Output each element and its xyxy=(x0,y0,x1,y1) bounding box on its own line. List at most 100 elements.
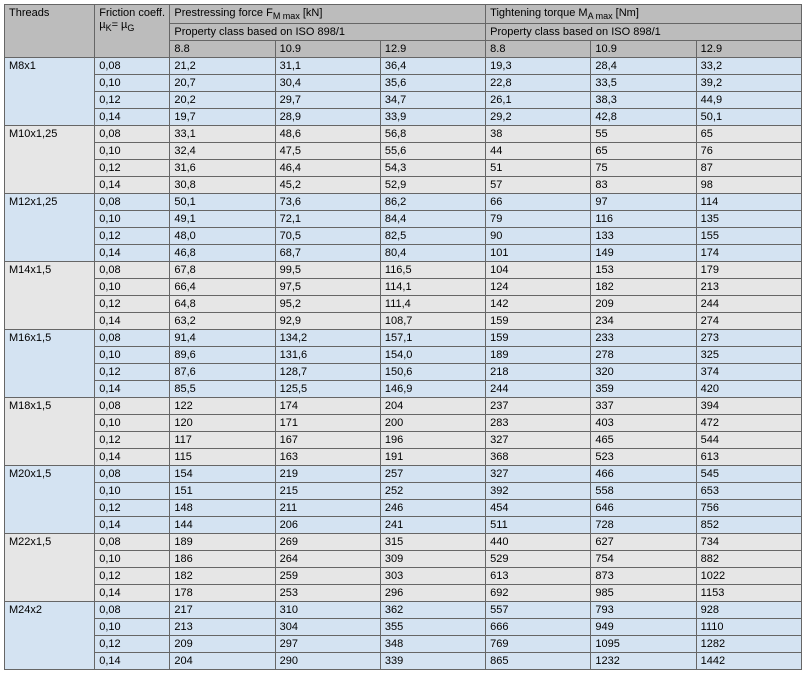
friction-cell: 0,12 xyxy=(95,92,170,109)
torque-cell: 337 xyxy=(591,398,696,415)
force-cell: 20,2 xyxy=(170,92,275,109)
force-cell: 259 xyxy=(275,568,380,585)
force-cell: 246 xyxy=(380,500,485,517)
force-cell: 49,1 xyxy=(170,211,275,228)
thread-cell: M18x1,5 xyxy=(5,398,95,466)
torque-cell: 104 xyxy=(486,262,591,279)
force-cell: 36,4 xyxy=(380,58,485,75)
table-row: 0,1287,6128,7150,6218320374 xyxy=(5,364,802,381)
friction-cell: 0,14 xyxy=(95,245,170,262)
force-cell: 29,7 xyxy=(275,92,380,109)
torque-cell: 218 xyxy=(486,364,591,381)
friction-cell: 0,12 xyxy=(95,160,170,177)
force-cell: 31,1 xyxy=(275,58,380,75)
table-row: 0,1220,229,734,726,138,344,9 xyxy=(5,92,802,109)
torque-cell: 1153 xyxy=(696,585,801,602)
force-cell: 217 xyxy=(170,602,275,619)
col-friction: Friction coeff.µK= µG xyxy=(95,5,170,58)
force-cell: 215 xyxy=(275,483,380,500)
torque-cell: 55 xyxy=(591,126,696,143)
friction-cell: 0,12 xyxy=(95,228,170,245)
torque-cell: 283 xyxy=(486,415,591,432)
col-force-129: 12.9 xyxy=(380,41,485,58)
force-cell: 296 xyxy=(380,585,485,602)
force-cell: 114,1 xyxy=(380,279,485,296)
torque-cell: 44 xyxy=(486,143,591,160)
force-cell: 48,0 xyxy=(170,228,275,245)
friction-cell: 0,10 xyxy=(95,347,170,364)
torque-cell: 1282 xyxy=(696,636,801,653)
force-cell: 99,5 xyxy=(275,262,380,279)
torque-cell: 653 xyxy=(696,483,801,500)
force-cell: 52,9 xyxy=(380,177,485,194)
col-force-88: 8.8 xyxy=(170,41,275,58)
force-cell: 196 xyxy=(380,432,485,449)
torque-cell: 57 xyxy=(486,177,591,194)
table-row: 0,1066,497,5114,1124182213 xyxy=(5,279,802,296)
friction-cell: 0,12 xyxy=(95,364,170,381)
force-cell: 174 xyxy=(275,398,380,415)
friction-cell: 0,10 xyxy=(95,483,170,500)
table-row: 0,1463,292,9108,7159234274 xyxy=(5,313,802,330)
thread-cell: M14x1,5 xyxy=(5,262,95,330)
torque-cell: 135 xyxy=(696,211,801,228)
torque-cell: 116 xyxy=(591,211,696,228)
force-cell: 213 xyxy=(170,619,275,636)
friction-cell: 0,14 xyxy=(95,381,170,398)
force-cell: 56,8 xyxy=(380,126,485,143)
force-cell: 186 xyxy=(170,551,275,568)
torque-cell: 42,8 xyxy=(591,109,696,126)
friction-cell: 0,08 xyxy=(95,534,170,551)
friction-cell: 0,12 xyxy=(95,636,170,653)
force-cell: 80,4 xyxy=(380,245,485,262)
table-row: M12x1,250,0850,173,686,26697114 xyxy=(5,194,802,211)
force-cell: 211 xyxy=(275,500,380,517)
force-cell: 304 xyxy=(275,619,380,636)
force-cell: 257 xyxy=(380,466,485,483)
force-cell: 34,7 xyxy=(380,92,485,109)
torque-cell: 101 xyxy=(486,245,591,262)
force-cell: 157,1 xyxy=(380,330,485,347)
torque-cell: 26,1 xyxy=(486,92,591,109)
torque-cell: 472 xyxy=(696,415,801,432)
table-row: 0,1446,868,780,4101149174 xyxy=(5,245,802,262)
force-cell: 122 xyxy=(170,398,275,415)
force-cell: 108,7 xyxy=(380,313,485,330)
torque-cell: 928 xyxy=(696,602,801,619)
torque-cell: 65 xyxy=(591,143,696,160)
friction-cell: 0,08 xyxy=(95,466,170,483)
force-cell: 46,4 xyxy=(275,160,380,177)
force-cell: 86,2 xyxy=(380,194,485,211)
force-cell: 63,2 xyxy=(170,313,275,330)
friction-cell: 0,08 xyxy=(95,602,170,619)
torque-cell: 274 xyxy=(696,313,801,330)
force-cell: 115 xyxy=(170,449,275,466)
torque-cell: 793 xyxy=(591,602,696,619)
torque-cell: 327 xyxy=(486,466,591,483)
table-row: M14x1,50,0867,899,5116,5104153179 xyxy=(5,262,802,279)
torque-cell: 544 xyxy=(696,432,801,449)
torque-cell: 873 xyxy=(591,568,696,585)
friction-cell: 0,12 xyxy=(95,500,170,517)
force-cell: 70,5 xyxy=(275,228,380,245)
table-row: 0,1419,728,933,929,242,850,1 xyxy=(5,109,802,126)
torque-cell: 75 xyxy=(591,160,696,177)
force-cell: 31,6 xyxy=(170,160,275,177)
torque-cell: 1110 xyxy=(696,619,801,636)
force-cell: 30,4 xyxy=(275,75,380,92)
table-row: M16x1,50,0891,4134,2157,1159233273 xyxy=(5,330,802,347)
force-cell: 89,6 xyxy=(170,347,275,364)
torque-cell: 114 xyxy=(696,194,801,211)
force-cell: 171 xyxy=(275,415,380,432)
force-cell: 120 xyxy=(170,415,275,432)
table-row: M20x1,50,08154219257327466545 xyxy=(5,466,802,483)
torque-cell: 320 xyxy=(591,364,696,381)
torque-cell: 83 xyxy=(591,177,696,194)
torque-cell: 182 xyxy=(591,279,696,296)
torque-cell: 613 xyxy=(486,568,591,585)
torque-cell: 273 xyxy=(696,330,801,347)
col-force-109: 10.9 xyxy=(275,41,380,58)
torque-cell: 327 xyxy=(486,432,591,449)
torque-cell: 949 xyxy=(591,619,696,636)
force-cell: 182 xyxy=(170,568,275,585)
